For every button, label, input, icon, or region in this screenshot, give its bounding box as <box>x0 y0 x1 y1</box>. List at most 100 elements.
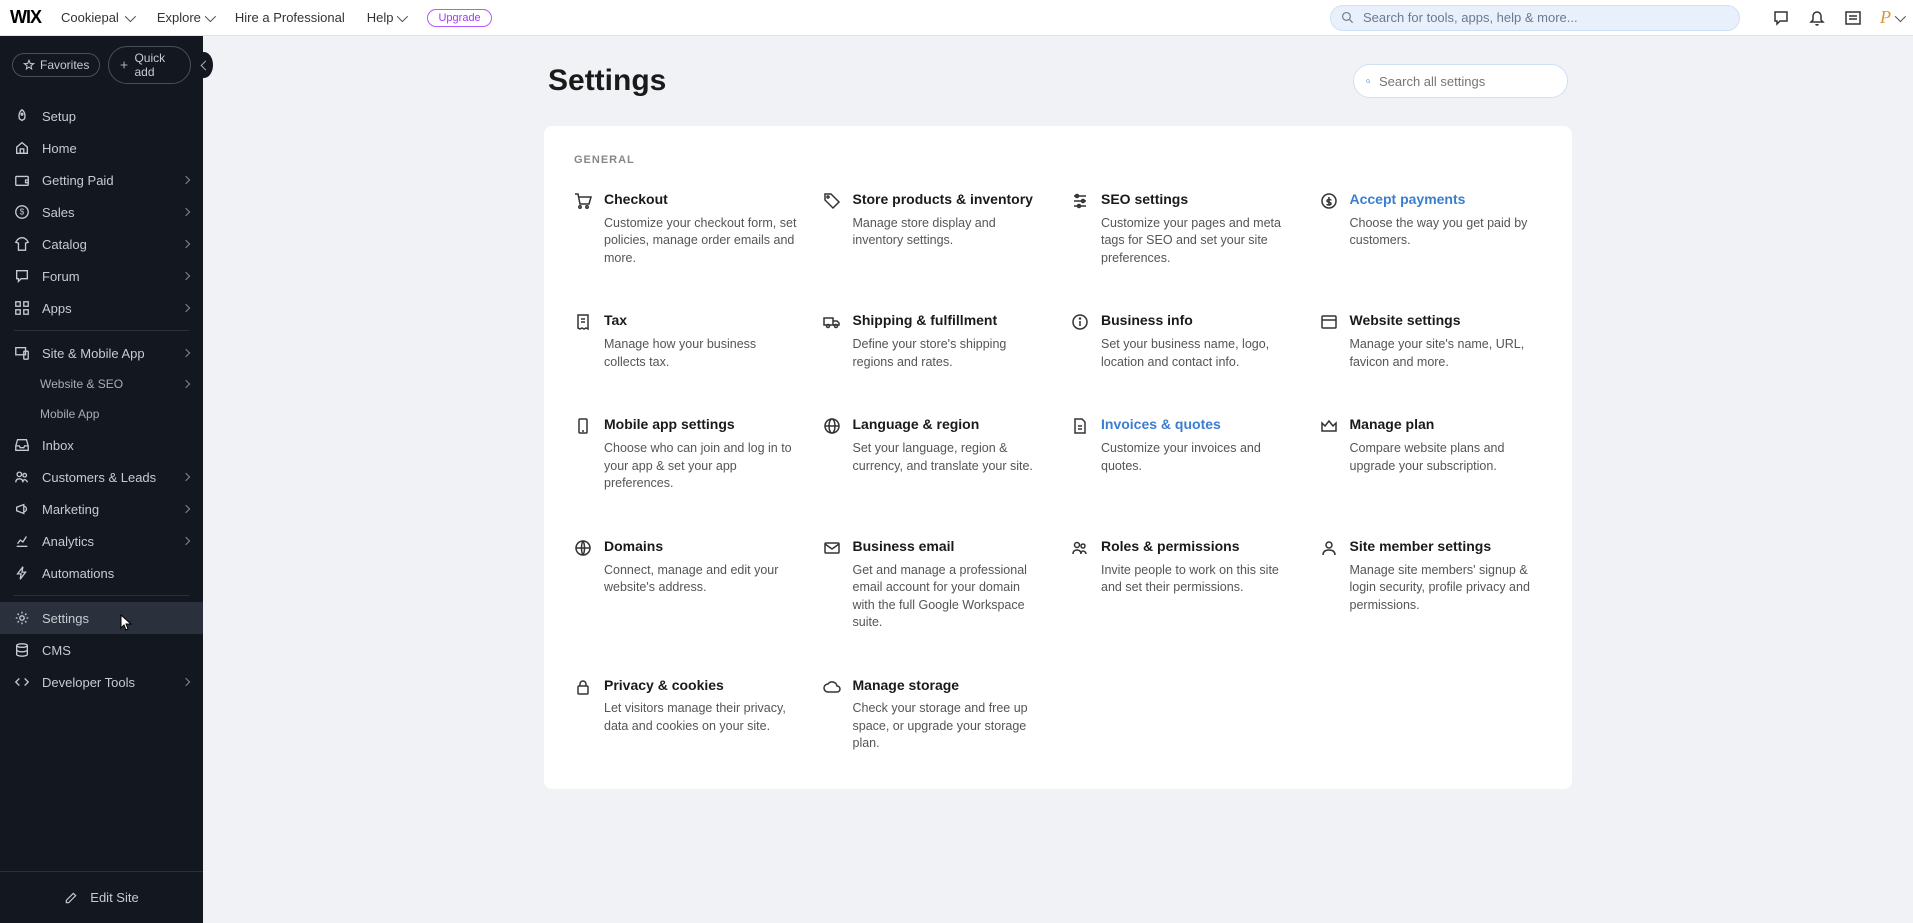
chevron-right-icon <box>182 208 190 216</box>
cart-icon <box>574 192 592 210</box>
top-search[interactable]: Search for tools, apps, help & more... <box>1330 5 1740 31</box>
sidebar-item-analytics[interactable]: Analytics <box>0 525 203 557</box>
tile-desc: Manage site members' signup & login secu… <box>1350 562 1543 615</box>
sidebar-item-apps[interactable]: Apps <box>0 292 203 324</box>
sidebar-item-website-seo[interactable]: Website & SEO <box>40 369 203 399</box>
tile-title: SEO settings <box>1101 190 1294 209</box>
tile-mobile-app-settings[interactable]: Mobile app settings Choose who can join … <box>574 415 797 492</box>
tile-title: Manage storage <box>853 676 1046 695</box>
chevron-down-icon <box>397 10 408 21</box>
tile-title: Accept payments <box>1350 190 1543 209</box>
sidebar-item-label: Home <box>42 141 189 156</box>
tile-desc: Invite people to work on this site and s… <box>1101 562 1294 597</box>
site-dropdown[interactable]: Cookiepal <box>55 10 139 25</box>
sidebar-collapse-button[interactable] <box>195 52 213 78</box>
sidebar-item-customers-leads[interactable]: Customers & Leads <box>0 461 203 493</box>
tile-title: Roles & permissions <box>1101 537 1294 556</box>
sidebar-item-devtools[interactable]: Developer Tools <box>0 666 203 698</box>
help-link[interactable]: Help <box>363 10 410 25</box>
rocket-icon <box>14 108 30 124</box>
tile-desc: Compare website plans and upgrade your s… <box>1350 440 1543 475</box>
tile-desc: Customize your checkout form, set polici… <box>604 215 797 268</box>
quick-add-button[interactable]: Quick add <box>108 46 191 84</box>
users-icon <box>14 469 30 485</box>
tile-title: Website settings <box>1350 311 1543 330</box>
sidebar-item-label: Website & SEO <box>40 377 171 391</box>
sidebar-item-marketing[interactable]: Marketing <box>0 493 203 525</box>
site-name: Cookiepal <box>61 10 119 25</box>
lock-icon <box>574 678 592 696</box>
tile-accept-payments[interactable]: Accept payments Choose the way you get p… <box>1320 190 1543 267</box>
search-icon <box>1366 74 1371 89</box>
page-title: Settings <box>548 64 666 98</box>
sidebar-item-setup[interactable]: Setup <box>0 100 203 132</box>
sidebar-item-settings[interactable]: Settings <box>0 602 203 634</box>
sidebar-item-inbox[interactable]: Inbox <box>0 429 203 461</box>
sidebar-item-automations[interactable]: Automations <box>0 557 203 589</box>
tile-desc: Manage your site's name, URL, favicon an… <box>1350 336 1543 371</box>
chat-icon[interactable] <box>1772 9 1790 27</box>
tile-title: Domains <box>604 537 797 556</box>
sidebar-item-getting-paid[interactable]: Getting Paid <box>0 164 203 196</box>
tile-domains[interactable]: Domains Connect, manage and edit your we… <box>574 537 797 632</box>
tile-privacy[interactable]: Privacy & cookies Let visitors manage th… <box>574 676 797 753</box>
tile-desc: Customize your pages and meta tags for S… <box>1101 215 1294 268</box>
sliders-icon <box>1071 192 1089 210</box>
tile-store-products[interactable]: Store products & inventory Manage store … <box>823 190 1046 267</box>
edit-site-button[interactable]: Edit Site <box>0 882 203 913</box>
code-icon <box>14 674 30 690</box>
hire-link[interactable]: Hire a Professional <box>231 10 349 25</box>
tile-desc: Manage store display and inventory setti… <box>853 215 1046 250</box>
explore-link[interactable]: Explore <box>153 10 217 25</box>
sidebar-item-home[interactable]: Home <box>0 132 203 164</box>
tile-website-settings[interactable]: Website settings Manage your site's name… <box>1320 311 1543 371</box>
topbar: WIX Cookiepal Explore Hire a Professiona… <box>0 0 1913 36</box>
chevron-right-icon <box>182 505 190 513</box>
chevron-right-icon <box>182 272 190 280</box>
tile-title: Checkout <box>604 190 797 209</box>
sidebar-item-label: Developer Tools <box>42 675 171 690</box>
tile-desc: Set your business name, logo, location a… <box>1101 336 1294 371</box>
tile-storage[interactable]: Manage storage Check your storage and fr… <box>823 676 1046 753</box>
t-shirt-icon <box>14 236 30 252</box>
sidebar-item-label: Mobile App <box>40 407 189 421</box>
sidebar-item-site-mobile[interactable]: Site & Mobile App <box>0 337 203 369</box>
tile-title: Mobile app settings <box>604 415 797 434</box>
tile-seo[interactable]: SEO settings Customize your pages and me… <box>1071 190 1294 267</box>
explore-label: Explore <box>157 10 201 25</box>
tile-checkout[interactable]: Checkout Customize your checkout form, s… <box>574 190 797 267</box>
tile-business-email[interactable]: Business email Get and manage a professi… <box>823 537 1046 632</box>
info-icon <box>1071 313 1089 331</box>
tile-manage-plan[interactable]: Manage plan Compare website plans and up… <box>1320 415 1543 492</box>
top-search-placeholder: Search for tools, apps, help & more... <box>1363 10 1578 25</box>
tile-site-member[interactable]: Site member settings Manage site members… <box>1320 537 1543 632</box>
sidebar-item-label: Catalog <box>42 237 171 252</box>
tile-roles[interactable]: Roles & permissions Invite people to wor… <box>1071 537 1294 632</box>
news-icon[interactable] <box>1844 9 1862 27</box>
sidebar-item-cms[interactable]: CMS <box>0 634 203 666</box>
favorites-button[interactable]: Favorites <box>12 53 100 77</box>
tile-desc: Let visitors manage their privacy, data … <box>604 700 797 735</box>
tile-shipping[interactable]: Shipping & fulfillment Define your store… <box>823 311 1046 371</box>
settings-search-input[interactable] <box>1379 74 1555 89</box>
sidebar-item-forum[interactable]: Forum <box>0 260 203 292</box>
tile-tax[interactable]: Tax Manage how your business collects ta… <box>574 311 797 371</box>
tile-desc: Customize your invoices and quotes. <box>1101 440 1294 475</box>
tile-title: Manage plan <box>1350 415 1543 434</box>
tile-business-info[interactable]: Business info Set your business name, lo… <box>1071 311 1294 371</box>
bell-icon[interactable] <box>1808 9 1826 27</box>
tile-title: Shipping & fulfillment <box>853 311 1046 330</box>
chat-icon <box>14 268 30 284</box>
tile-invoices[interactable]: Invoices & quotes Customize your invoice… <box>1071 415 1294 492</box>
upgrade-button[interactable]: Upgrade <box>427 9 491 27</box>
avatar-dropdown[interactable]: P <box>1880 7 1903 28</box>
settings-search[interactable] <box>1353 64 1568 98</box>
sidebar-item-catalog[interactable]: Catalog <box>0 228 203 260</box>
sidebar: Favorites Quick add Setup Home Getting P… <box>0 36 203 923</box>
favorites-label: Favorites <box>40 58 89 72</box>
sidebar-item-mobile-app[interactable]: Mobile App <box>40 399 203 429</box>
chevron-down-icon <box>1895 10 1906 21</box>
wix-logo[interactable]: WIX <box>10 7 41 28</box>
sidebar-item-sales[interactable]: Sales <box>0 196 203 228</box>
tile-language-region[interactable]: Language & region Set your language, reg… <box>823 415 1046 492</box>
